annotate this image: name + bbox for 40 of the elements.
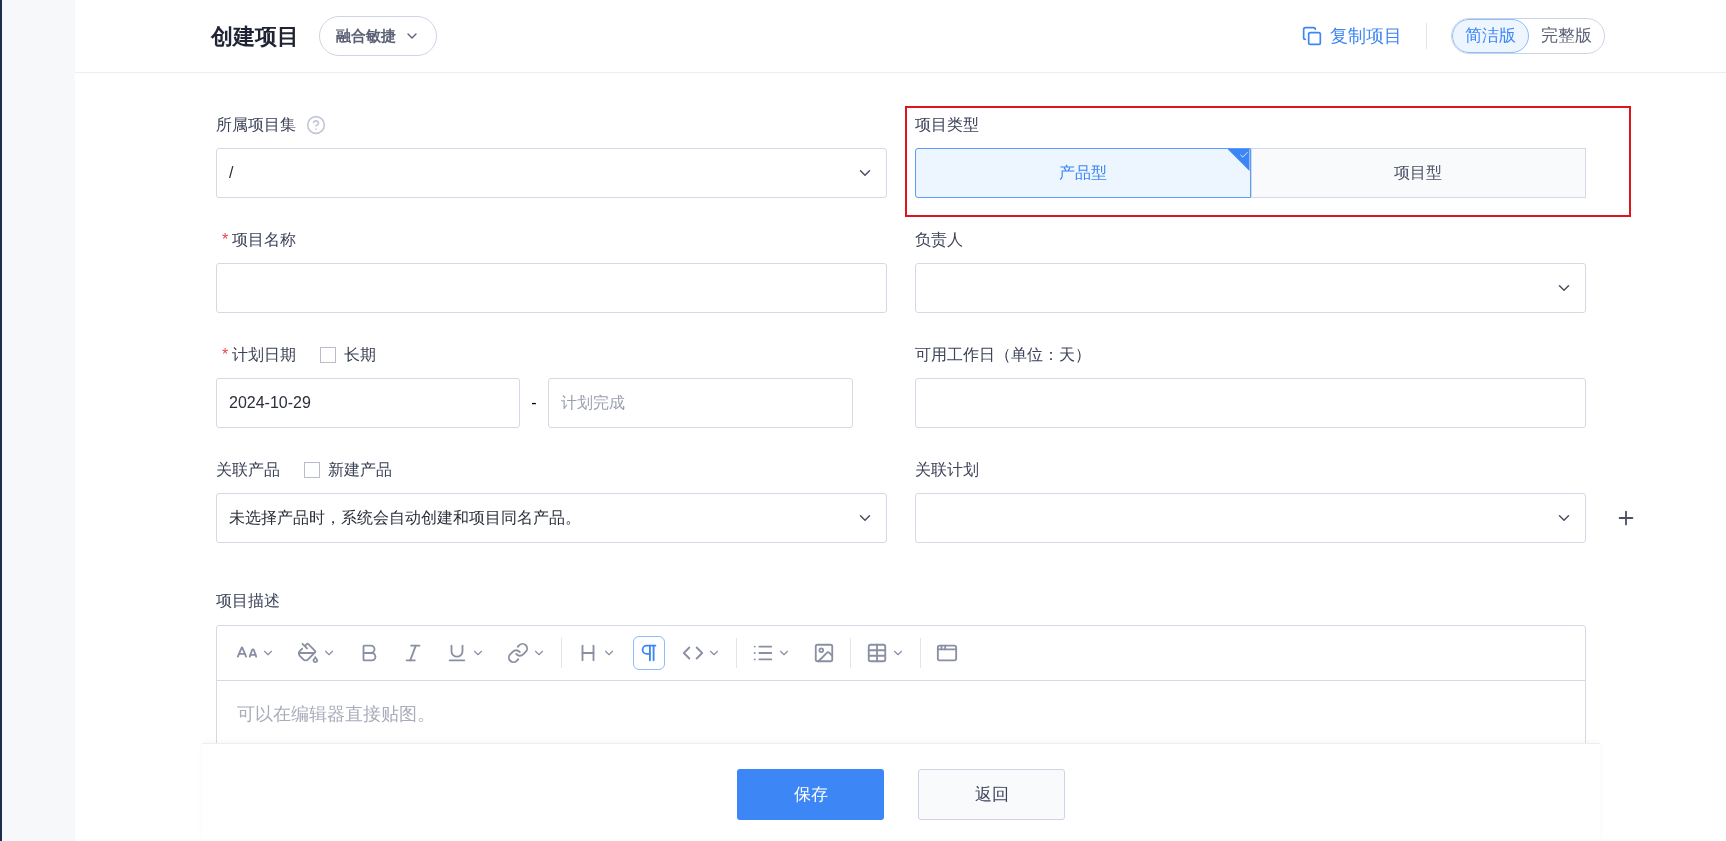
- editor-placeholder: 可以在编辑器直接贴图。: [236, 703, 436, 726]
- back-button[interactable]: 返回: [918, 769, 1065, 820]
- range-separator: -: [530, 393, 538, 413]
- type-option[interactable]: 项目型: [1250, 148, 1586, 198]
- copy-project-link[interactable]: 复制项目: [1302, 22, 1402, 50]
- select-field[interactable]: [915, 493, 1586, 543]
- text-input[interactable]: [915, 378, 1586, 428]
- date-input[interactable]: 计划完成: [548, 378, 853, 428]
- checkbox[interactable]: [304, 462, 320, 478]
- checkbox[interactable]: [320, 347, 337, 363]
- field-label: 可用工作日（单位：天）: [915, 345, 1091, 365]
- field-label: 所属项目集: [216, 115, 296, 135]
- select-field[interactable]: /: [216, 148, 887, 198]
- field-label: 负责人: [915, 230, 963, 250]
- checkbox-option[interactable]: 新建产品: [304, 458, 392, 482]
- date-input[interactable]: 2024-10-29: [216, 378, 520, 428]
- field-label: 关联计划: [915, 460, 979, 480]
- copy-icon: [1302, 26, 1322, 46]
- toolbar-button[interactable]: [633, 636, 665, 670]
- field-label: 关联产品: [216, 460, 280, 480]
- text-input[interactable]: [216, 263, 887, 313]
- window-icon: [936, 642, 958, 664]
- help-icon[interactable]: [306, 115, 326, 135]
- image-icon: [813, 642, 835, 664]
- save-button[interactable]: 保存: [737, 769, 884, 820]
- select-field[interactable]: 未选择产品时，系统会自动创建和项目同名产品。: [216, 493, 887, 543]
- field-label: 项目类型: [915, 115, 979, 135]
- table-icon: [866, 642, 888, 664]
- field-label: 计划日期: [232, 345, 297, 365]
- field-label: 项目名称: [232, 230, 297, 250]
- select-field[interactable]: [915, 263, 1586, 313]
- underline-icon: [446, 642, 468, 664]
- required-mark: *: [222, 230, 229, 250]
- paint-bucket-icon: [297, 642, 319, 664]
- field-label: 项目描述: [216, 591, 281, 611]
- link-icon: [507, 642, 529, 664]
- view-toggle-tab[interactable]: 完整版: [1529, 19, 1604, 53]
- checkbox-option[interactable]: 长期: [320, 343, 377, 367]
- required-mark: *: [222, 345, 229, 365]
- page-title: 创建项目: [211, 22, 299, 51]
